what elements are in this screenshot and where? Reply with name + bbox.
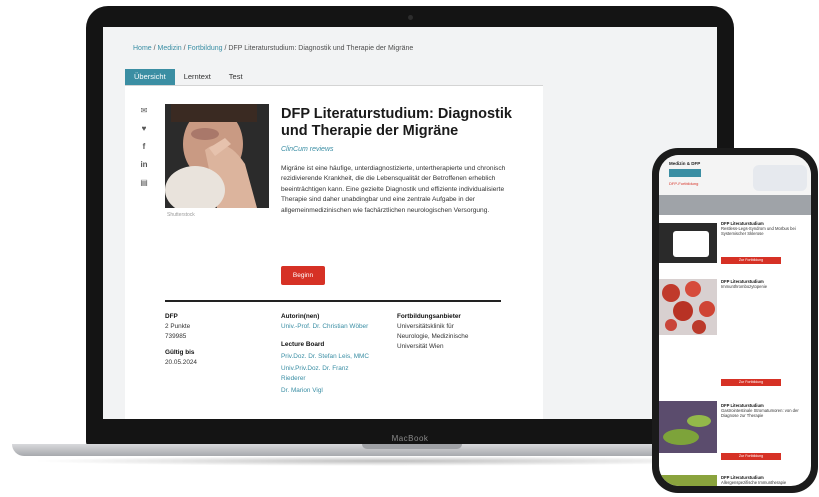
breadcrumb-home[interactable]: Home: [133, 45, 152, 52]
laptop-notch: [362, 444, 462, 449]
phone-screen: Medizin & DFP DFP-Fortbildung DFP Litera…: [659, 155, 811, 486]
card-button[interactable]: Zur Fortbildung: [721, 257, 781, 264]
phone-header-sub: DFP-Fortbildung: [669, 181, 699, 186]
phone-header: Medizin & DFP DFP-Fortbildung: [659, 155, 811, 195]
phone-card[interactable]: DFP Literaturstudium Gastrointestinale S…: [659, 399, 811, 471]
tab-bar: Übersicht Lerntext Test: [125, 69, 252, 85]
phone: Medizin & DFP DFP-Fortbildung DFP Litera…: [652, 148, 818, 493]
board-heading: Lecture Board: [281, 341, 325, 348]
tab-uebersicht[interactable]: Übersicht: [125, 69, 175, 85]
breadcrumb-fortbildung[interactable]: Fortbildung: [188, 45, 223, 52]
author-info: Autorin(nen) Univ.-Prof. Dr. Christian W…: [281, 312, 369, 396]
laptop-screen: Home / Medizin / Fortbildung / DFP Liter…: [103, 27, 717, 419]
twitter-icon[interactable]: ♥: [139, 124, 149, 142]
card-title: Allergenspezifische Immuntherapie: [721, 480, 787, 485]
card-image: [659, 279, 717, 335]
dfp-points: 2 Punkte: [165, 323, 191, 330]
mail-icon[interactable]: ✉: [139, 106, 149, 124]
section-divider: [165, 300, 501, 302]
dfp-heading: DFP: [165, 313, 178, 320]
card-image: [659, 475, 717, 486]
breadcrumb-current: DFP Literaturstudium: Diagnostik und The…: [228, 45, 414, 52]
linkedin-icon[interactable]: in: [139, 160, 149, 178]
phone-banner: [659, 195, 811, 215]
article-subtitle[interactable]: ClinCum reviews: [281, 146, 334, 153]
breadcrumb: Home / Medizin / Fortbildung / DFP Liter…: [133, 45, 413, 52]
card-text: DFP Literaturstudium Restless-Legs-Syndr…: [721, 221, 807, 236]
provider-line: Neurologie, Medizinische: [397, 333, 469, 340]
laptop-shadow: [30, 456, 750, 466]
card-text: DFP Literaturstudium Gastrointestinale S…: [721, 403, 807, 418]
provider-line: Universität Wien: [397, 343, 444, 350]
article-panel: ✉ ♥ f in ▤ Shutterstock DFP Literaturstu…: [125, 85, 543, 419]
card-image: [659, 401, 717, 453]
card-title: Restless-Legs-Syndrom und Morbus bei Sys…: [721, 226, 796, 236]
card-button[interactable]: Zur Fortbildung: [721, 379, 781, 386]
article-photo: [165, 104, 269, 208]
provider-info: Fortbildungsanbieter Universitätsklinik …: [397, 312, 468, 352]
board-member[interactable]: Priv.Doz. Dr. Stefan Leis, MMC: [281, 352, 369, 362]
tab-lerntext[interactable]: Lerntext: [175, 69, 220, 85]
provider-line: Universitätsklinik für: [397, 323, 454, 330]
share-bar: ✉ ♥ f in ▤: [139, 106, 149, 196]
card-image: [659, 223, 717, 263]
dfp-info: DFP 2 Punkte 739985 Gültig bis 20.05.202…: [165, 312, 197, 368]
author-name[interactable]: Univ.-Prof. Dr. Christian Wöber: [281, 322, 369, 332]
card-button[interactable]: Zur Fortbildung: [721, 453, 781, 460]
card-title: Immunthrombozytopenie: [721, 284, 768, 289]
board-member[interactable]: Riederer: [281, 374, 369, 384]
provider-heading: Fortbildungsanbieter: [397, 313, 461, 320]
photo-caption: Shutterstock: [167, 212, 195, 218]
tab-test[interactable]: Test: [220, 69, 252, 85]
phone-card[interactable]: DFP Literaturstudium Immunthrombozytopen…: [659, 275, 811, 391]
valid-date: 20.05.2024: [165, 359, 197, 366]
phone-card[interactable]: DFP Literaturstudium Allergenspezifische…: [659, 473, 811, 486]
facebook-icon[interactable]: f: [139, 142, 149, 160]
card-text: DFP Literaturstudium Allergenspezifische…: [721, 475, 807, 485]
print-icon[interactable]: ▤: [139, 178, 149, 196]
valid-heading: Gültig bis: [165, 349, 195, 356]
card-text: DFP Literaturstudium Immunthrombozytopen…: [721, 279, 807, 289]
dfp-id: 739985: [165, 333, 187, 340]
board-member[interactable]: Dr. Marion Vigl: [281, 386, 369, 396]
breadcrumb-medizin[interactable]: Medizin: [158, 45, 182, 52]
author-heading: Autorin(nen): [281, 313, 320, 320]
phone-logo: [669, 169, 701, 177]
phone-header-image: [753, 165, 807, 191]
phone-header-title: Medizin & DFP: [669, 161, 701, 166]
article-title: DFP Literaturstudium: Diagnostik und The…: [281, 106, 512, 139]
card-title: Gastrointestinale Stromatumoren: von der…: [721, 408, 799, 418]
start-button[interactable]: Beginn: [281, 266, 325, 285]
phone-card[interactable]: DFP Literaturstudium Restless-Legs-Syndr…: [659, 217, 811, 271]
board-member[interactable]: Univ.Priv.Doz. Dr. Franz: [281, 364, 369, 374]
article-description: Migräne ist eine häufige, unterdiagnosti…: [281, 165, 506, 214]
camera: [408, 15, 413, 20]
